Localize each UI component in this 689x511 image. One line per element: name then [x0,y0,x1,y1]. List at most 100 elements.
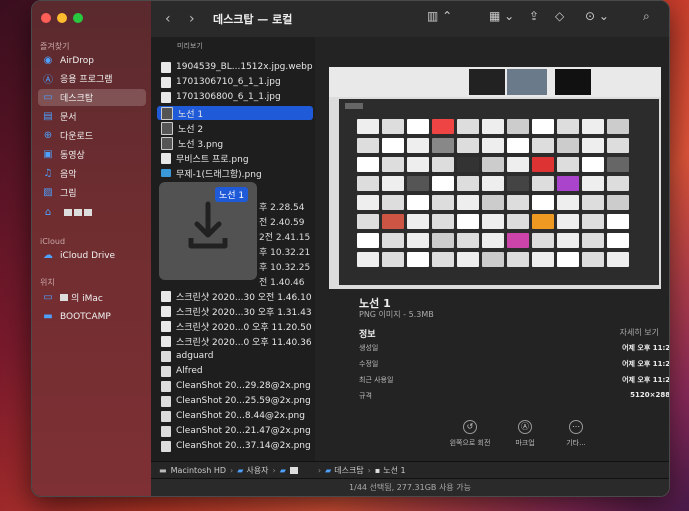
path-separator-icon: › [230,466,234,475]
finder-window: 즐겨찾기 ◉ AirDrop Ⓐ 응용 프로그램 ▭ 데스크탑 ▤ 문서 ⊕ 다… [31,0,670,497]
drag-label: 노선 1 [215,187,249,202]
status-bar: 1/44 선택됨, 277.31GB 사용 가능 [151,478,669,496]
show-more-link[interactable]: 자세히 보기 [620,327,659,338]
info-key: 최근 사용일 [359,376,394,384]
time-value: 전 1.40.46 [259,278,305,288]
sidebar-item-label: 동영상 [60,151,85,161]
redacted-name [64,209,92,216]
list-item[interactable]: 노선 2 [157,121,313,135]
list-item[interactable]: 노선 3.png [157,136,313,150]
action-menu-icon[interactable]: ⊙ ⌄ [585,9,609,23]
sidebar-item-music[interactable]: ♫ 음악 [38,165,146,182]
list-item[interactable]: 무제-1(드래그함).png [157,166,313,180]
file-name: CleanShot 20...21.47@2x.png [176,426,311,436]
folder-icon: ▰ [237,466,244,475]
path-item-desktop[interactable]: 데스크탑 [334,465,363,476]
music-icon: ♫ [43,168,53,179]
list-item[interactable]: CleanShot 20...25.59@2x.png [157,394,313,408]
rotate-left-button[interactable]: ↺ 왼쪽으로 회전 [445,420,495,448]
path-separator-icon: › [272,466,276,475]
sidebar-item-applications[interactable]: Ⓐ 응용 프로그램 [38,70,146,87]
list-item[interactable]: 스크린샷 2020...0 오후 11.40.36 [157,334,313,348]
file-icon [161,290,171,302]
tag-icon[interactable]: ◇ [555,9,564,23]
sidebar-item-label: AirDrop [60,55,95,66]
sidebar-item-pictures[interactable]: ▨ 그림 [38,184,146,201]
search-icon[interactable]: ⌕ [643,9,650,24]
file-icon [161,152,171,164]
path-item-disk[interactable]: Macintosh HD [171,466,226,475]
sidebar-item-imac[interactable]: ▭ 의 iMac [38,289,146,306]
sidebar-item-label: 문서 [60,113,77,123]
list-item[interactable]: 스크린샷 2020...30 오전 1.46.10 [157,289,313,303]
list-item[interactable]: 무비스트 프로.png [157,151,313,165]
folder-icon: ▰ [325,466,332,475]
list-item-selected[interactable]: 노선 1 [157,106,313,120]
action-label: 기타... [566,439,586,447]
info-value: 어제 오후 11:29 [622,360,670,368]
file-name: 무비스트 프로.png [176,154,249,165]
file-icon [161,440,171,452]
path-separator-icon: › [367,466,371,475]
path-item-users[interactable]: 사용자 [246,465,268,476]
list-item[interactable]: 1904539_BL...1512x.jpg.webp [157,60,313,74]
sidebar: 즐겨찾기 ◉ AirDrop Ⓐ 응용 프로그램 ▭ 데스크탑 ▤ 문서 ⊕ 다… [32,1,151,496]
sidebar-item-bootcamp[interactable]: ▬ BOOTCAMP [38,308,146,325]
group-icon[interactable]: ▦ ⌄ [489,9,514,23]
list-item[interactable]: 1701306800_6_1_1.jpg [157,90,313,104]
file-name: 스크린샷 2020...30 오후 1.31.43 [176,307,312,318]
home-icon: ▰ [279,466,286,475]
sidebar-item-desktop[interactable]: ▭ 데스크탑 [38,89,146,106]
favorites-header: 즐겨찾기 [40,42,70,51]
sidebar-item-airdrop[interactable]: ◉ AirDrop [38,52,146,69]
list-item[interactable]: Alfred [157,364,313,378]
icloud-header: iCloud [40,237,66,246]
view-mode-icon[interactable]: ▥ ⌃ [427,9,452,23]
forward-button[interactable]: › [189,11,195,27]
disk-icon: ▬ [159,466,167,475]
locations-header: 위치 [40,278,55,287]
minimize-button[interactable] [57,13,67,23]
markup-button[interactable]: Ⓐ 마크업 [500,420,550,448]
movies-icon: ▣ [43,149,53,160]
file-name: Alfred [176,366,203,376]
list-item[interactable]: 1701306710_6_1_1.jpg [157,75,313,89]
file-icon [161,395,171,407]
sidebar-item-icloud-drive[interactable]: ☁ iCloud Drive [38,247,146,264]
disk-icon: ▬ [43,311,53,322]
path-item-file[interactable]: 노선 1 [383,465,405,476]
list-item[interactable]: 스크린샷 2020...0 오후 11.20.50 [157,319,313,333]
time-value: 전 2.40.59 [259,218,305,228]
home-icon: ⌂ [44,207,52,218]
sidebar-item-movies[interactable]: ▣ 동영상 [38,146,146,163]
list-item[interactable]: CleanShot 20...8.44@2x.png [157,409,313,423]
file-name: 노선 1 [178,109,204,120]
list-item[interactable]: CleanShot 20...29.28@2x.png [157,379,313,393]
sidebar-item-label: 그림 [60,189,77,199]
documents-icon: ▤ [43,111,53,122]
list-item[interactable]: CleanShot 20...37.14@2x.png [157,439,313,453]
file-name: CleanShot 20...25.59@2x.png [176,396,311,406]
sidebar-item-home[interactable]: ⌂ [38,204,146,221]
time-value: 후 10.32.21 [259,248,311,258]
close-button[interactable] [41,13,51,23]
share-icon[interactable]: ⇪ [529,9,539,23]
applications-icon: Ⓐ [43,75,53,86]
back-button[interactable]: ‹ [165,11,171,27]
file-list: 미리보기 1904539_BL...1512x.jpg.webp 1701306… [151,37,315,461]
sidebar-item-downloads[interactable]: ⊕ 다운로드 [38,127,146,144]
desktop-icon: ▭ [43,92,53,103]
file-name: 1701306710_6_1_1.jpg [176,77,281,87]
list-item[interactable]: CleanShot 20...21.47@2x.png [157,424,313,438]
zoom-button[interactable] [73,13,83,23]
preview-pane: 노선 1 PNG 이미지 - 5.3MB 정보 자세히 보기 생성일 어제 오후 … [315,37,669,461]
file-icon [161,106,173,120]
sidebar-item-documents[interactable]: ▤ 문서 [38,108,146,125]
list-item[interactable]: adguard [157,349,313,363]
list-item[interactable]: 스크린샷 2020...30 오후 1.31.43 [157,304,313,318]
info-row: 최근 사용일 어제 오후 11:29 [359,375,669,385]
sidebar-item-label: 데스크탑 [60,94,94,104]
imac-icon: ▭ [43,292,53,303]
more-actions-button[interactable]: ⋯ 기타... [551,420,601,448]
file-icon [161,121,173,135]
